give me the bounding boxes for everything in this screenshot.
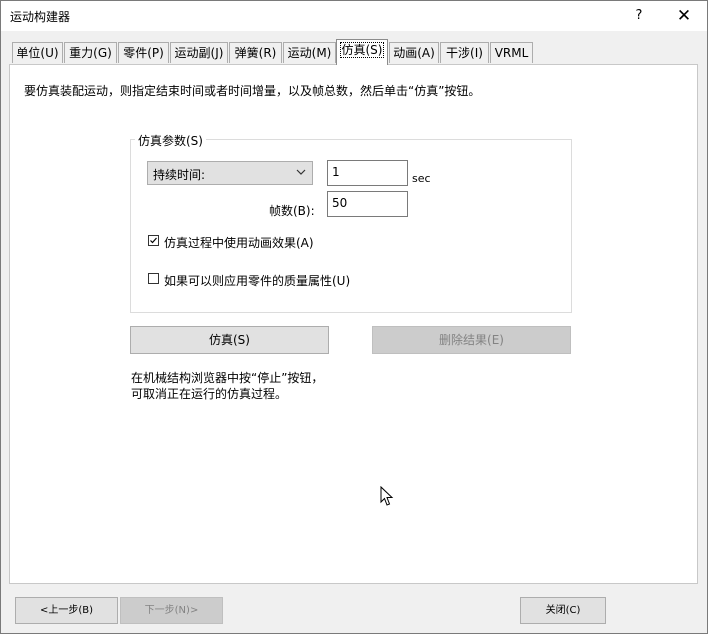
close-button[interactable]: 关闭(C) bbox=[520, 597, 606, 624]
chevron-down-icon bbox=[296, 169, 306, 175]
checkbox-unchecked-icon[interactable] bbox=[148, 273, 159, 284]
tab-animation[interactable]: 动画(A) bbox=[389, 42, 439, 63]
tab-vrml[interactable]: VRML bbox=[490, 42, 533, 63]
group-title: 仿真参数(S) bbox=[135, 132, 206, 149]
mouse-pointer-icon bbox=[380, 486, 394, 506]
tab-gravity[interactable]: 重力(G) bbox=[64, 42, 117, 63]
simulation-panel: 要仿真装配运动，则指定结束时间或者时间增量，以及帧总数，然后单击“仿真”按钮。 … bbox=[9, 64, 698, 584]
tab-joints[interactable]: 运动副(J) bbox=[170, 42, 228, 63]
delete-results-button[interactable]: 删除结果(E) bbox=[372, 326, 571, 354]
help-button[interactable]: ? bbox=[628, 5, 650, 27]
mass-checkbox-label: 如果可以则应用零件的质量属性(U) bbox=[164, 274, 351, 288]
tab-interference[interactable]: 干涉(I) bbox=[440, 42, 489, 63]
instruction-text: 要仿真装配运动，则指定结束时间或者时间增量，以及帧总数，然后单击“仿真”按钮。 bbox=[24, 84, 481, 98]
time-unit-label: sec bbox=[412, 172, 431, 185]
next-step-button[interactable]: 下一步(N)> bbox=[120, 597, 223, 624]
tab-springs[interactable]: 弹簧(R) bbox=[229, 42, 282, 63]
frames-label: 帧数(B): bbox=[269, 204, 315, 218]
frames-input[interactable]: 50 bbox=[327, 191, 408, 217]
close-window-button[interactable]: ✕ bbox=[669, 4, 699, 28]
time-value-input[interactable]: 1 bbox=[327, 160, 408, 186]
title-bar: 运动构建器 ? ✕ bbox=[1, 1, 707, 31]
time-mode-dropdown[interactable]: 持续时间: bbox=[147, 161, 313, 185]
tab-units[interactable]: 单位(U) bbox=[12, 42, 63, 63]
previous-step-button[interactable]: <上一步(B) bbox=[15, 597, 118, 624]
cancel-note: 在机械结构浏览器中按“停止”按钮， 可取消正在运行的仿真过程。 bbox=[131, 371, 324, 401]
simulate-button[interactable]: 仿真(S) bbox=[130, 326, 329, 354]
time-mode-value: 持续时间: bbox=[153, 168, 206, 182]
checkbox-checked-icon[interactable] bbox=[148, 235, 159, 246]
tab-simulation[interactable]: 仿真(S) bbox=[336, 39, 388, 65]
tab-parts[interactable]: 零件(P) bbox=[118, 42, 169, 63]
tab-motion[interactable]: 运动(M) bbox=[283, 42, 336, 63]
window-title: 运动构建器 bbox=[10, 10, 71, 24]
animate-checkbox-label: 仿真过程中使用动画效果(A) bbox=[164, 236, 314, 250]
